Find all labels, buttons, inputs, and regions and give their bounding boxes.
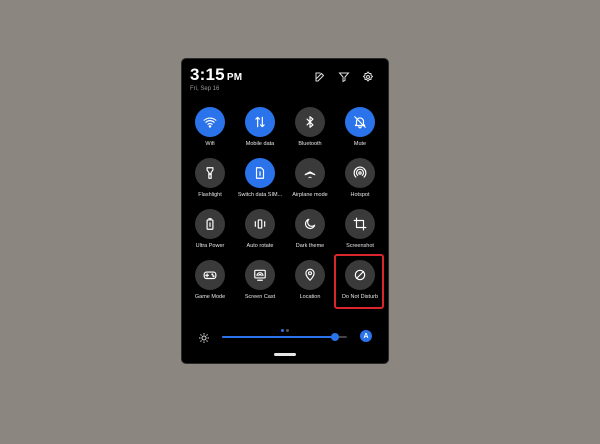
tile-airplane-mode[interactable]: Airplane mode	[285, 158, 335, 204]
tile-switch-data-sim[interactable]: Switch data SIM...	[235, 158, 285, 204]
brightness-thumb[interactable]	[330, 333, 339, 341]
settings-icon[interactable]	[362, 71, 374, 83]
tile-label: Bluetooth	[298, 141, 322, 147]
edit-icon[interactable]	[314, 71, 326, 83]
tile-label: Screenshot	[346, 243, 374, 249]
mute-icon[interactable]	[345, 107, 375, 137]
tile-bluetooth[interactable]: Bluetooth	[285, 107, 335, 153]
tile-ultra-power[interactable]: Ultra Power	[185, 209, 235, 255]
tile-label: Switch data SIM...	[237, 192, 283, 198]
location-icon[interactable]	[295, 260, 325, 290]
sim-icon[interactable]	[245, 158, 275, 188]
bluetooth-icon[interactable]	[295, 107, 325, 137]
clock-time: 3:15	[190, 65, 225, 84]
drag-handle[interactable]	[274, 353, 296, 356]
clock: 3:15 PM	[190, 65, 242, 85]
tile-hotspot[interactable]: Hotspot	[335, 158, 385, 204]
tile-mute[interactable]: Mute	[335, 107, 385, 153]
tile-label: Auto rotate	[246, 243, 274, 249]
brightness-icon	[198, 331, 210, 343]
tile-dark-theme[interactable]: Dark theme	[285, 209, 335, 255]
clock-ampm: PM	[226, 72, 243, 83]
moon-icon[interactable]	[295, 209, 325, 239]
tile-screen-cast[interactable]: Screen Cast	[235, 260, 285, 306]
tile-auto-rotate[interactable]: Auto rotate	[235, 209, 285, 255]
tile-label: Airplane mode	[292, 192, 328, 198]
tile-label: Mute	[353, 141, 367, 147]
tile-mobile-data[interactable]: Mobile data	[235, 107, 285, 153]
tile-wifi[interactable]: Wifi	[185, 107, 235, 153]
tile-label: Mobile data	[245, 141, 275, 147]
tile-label: Wifi	[205, 141, 215, 147]
wifi-icon[interactable]	[195, 107, 225, 137]
page-indicator	[281, 319, 291, 337]
airplane-icon[interactable]	[295, 158, 325, 188]
page-dot	[281, 329, 284, 332]
tile-label: Game Mode	[194, 294, 226, 300]
tile-label: Screen Cast	[244, 294, 276, 300]
tile-label: Location	[299, 294, 321, 300]
hotspot-icon[interactable]	[345, 158, 375, 188]
auto-rotate-icon[interactable]	[245, 209, 275, 239]
tile-label: Flashlight	[198, 192, 222, 198]
date-label: Fri, Sep 16	[190, 86, 220, 92]
highlight-box	[334, 254, 384, 309]
tile-label: Hotspot	[350, 192, 370, 198]
cast-icon[interactable]	[245, 260, 275, 290]
battery-icon[interactable]	[195, 209, 225, 239]
gamepad-icon[interactable]	[195, 260, 225, 290]
mobile-data-icon[interactable]	[245, 107, 275, 137]
crop-icon[interactable]	[345, 209, 375, 239]
tile-label: Dark theme	[295, 243, 325, 249]
page-dot	[286, 329, 289, 332]
tile-flashlight[interactable]: Flashlight	[185, 158, 235, 204]
auto-brightness-button[interactable]: A	[360, 330, 372, 342]
filter-icon[interactable]	[338, 71, 350, 83]
tile-screenshot[interactable]: Screenshot	[335, 209, 385, 255]
brightness-slider[interactable]	[222, 333, 347, 341]
tile-game-mode[interactable]: Game Mode	[185, 260, 235, 306]
tile-label: Ultra Power	[195, 243, 225, 249]
flashlight-icon[interactable]	[195, 158, 225, 188]
tile-location[interactable]: Location	[285, 260, 335, 306]
brightness-fill	[222, 336, 335, 338]
quick-settings-panel: 3:15 PM Fri, Sep 16 Wifi Mobile data Blueto…	[182, 59, 388, 363]
